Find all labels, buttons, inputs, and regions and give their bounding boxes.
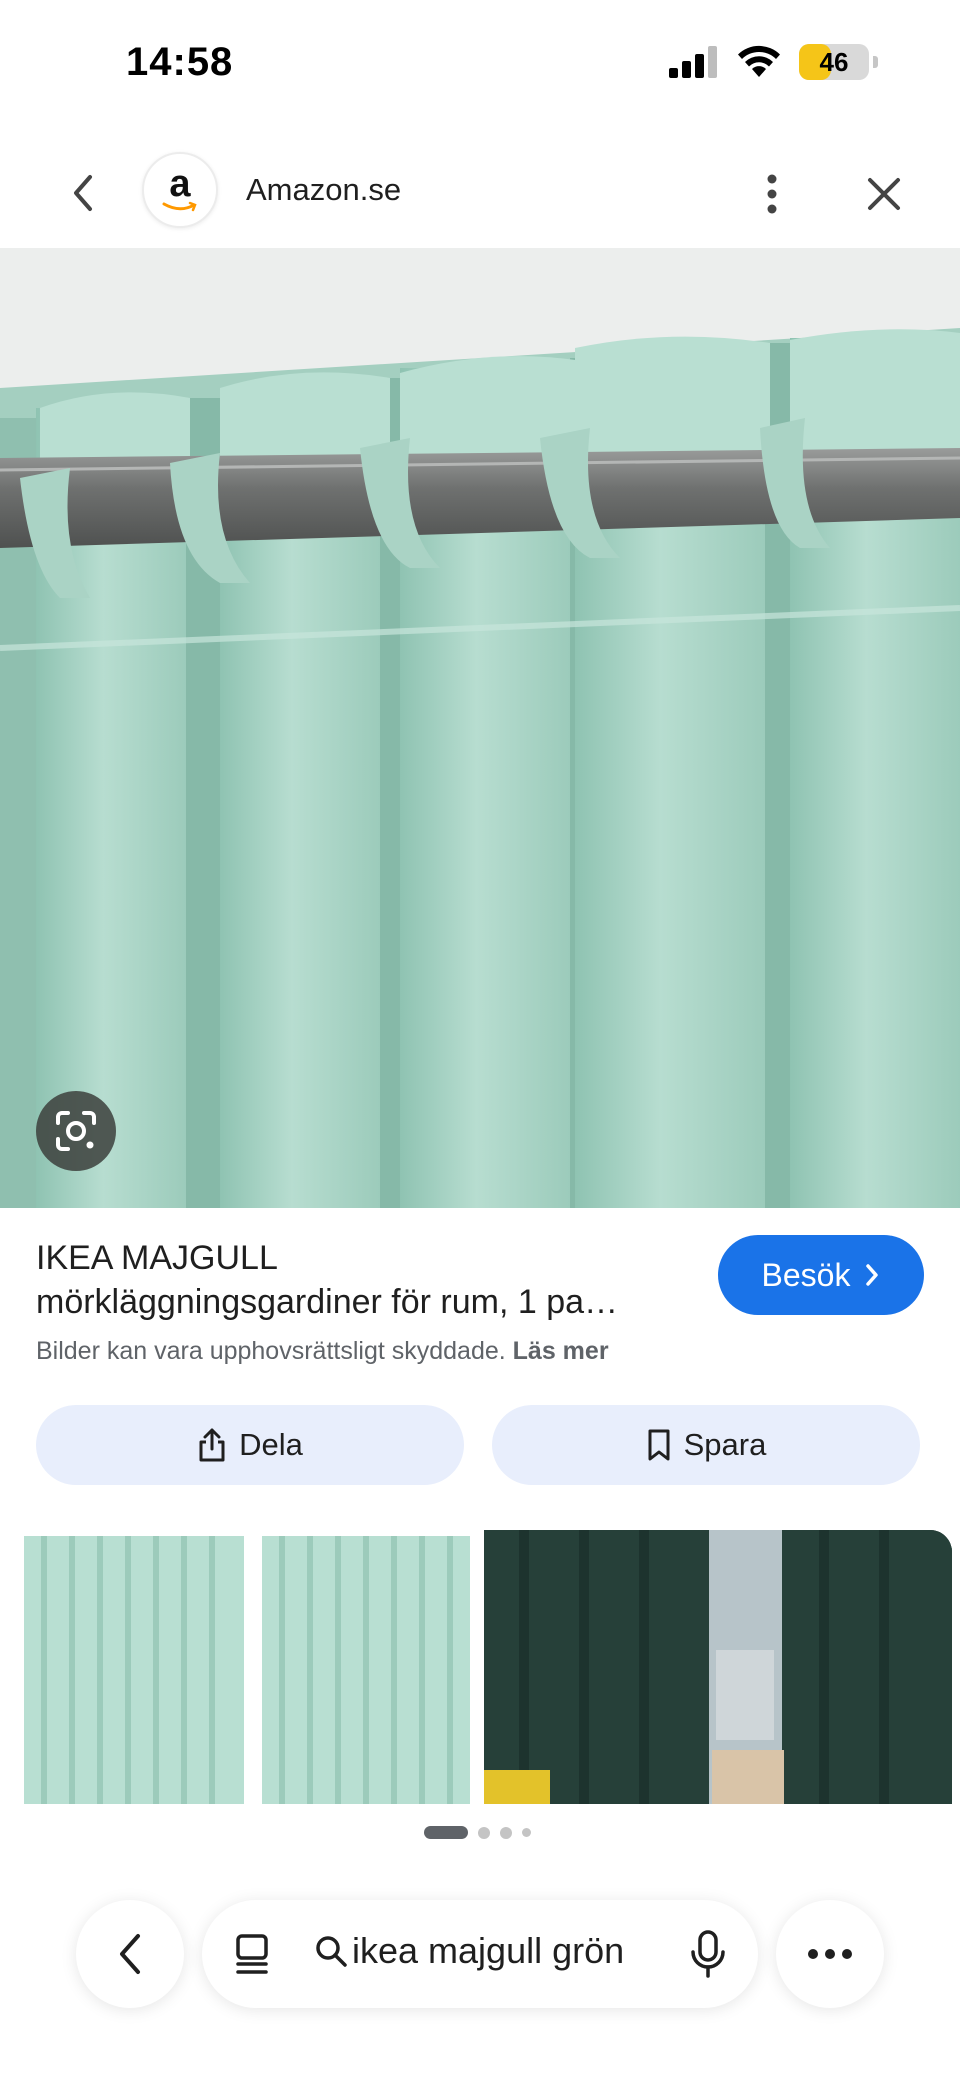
page-dot — [478, 1826, 490, 1839]
product-title-line2: mörkläggningsgardiner för rum, 1 pa… — [36, 1283, 619, 1321]
mic-icon[interactable] — [688, 1928, 728, 1980]
site-name[interactable]: Amazon.se — [246, 172, 401, 208]
more-menu-button[interactable] — [776, 1900, 884, 2008]
nav-back-button[interactable] — [76, 1900, 184, 2008]
related-curtains-light — [10, 1530, 470, 1804]
search-query-text: ikea majgull grön — [352, 1930, 625, 1971]
status-bar: 14:58 46 — [0, 0, 960, 130]
site-logo: a — [142, 152, 218, 228]
copyright-text: Bilder kan vara upphovsrättsligt skyddad… — [36, 1337, 506, 1365]
page-dot — [500, 1826, 512, 1839]
battery-indicator: 46 — [799, 44, 869, 80]
read-more-link[interactable]: Läs mer — [513, 1337, 609, 1365]
status-time: 14:58 — [126, 40, 234, 84]
bottom-bar: ikea majgull grön — [0, 1896, 960, 2016]
search-icon — [316, 1936, 347, 1967]
chevron-left-icon — [120, 1934, 140, 1974]
close-button[interactable] — [856, 166, 912, 222]
visit-label: Besök — [761, 1256, 851, 1293]
browser-header: a Amazon.se — [0, 140, 960, 250]
page-dot — [522, 1828, 531, 1837]
tabs-icon[interactable] — [232, 1932, 276, 1976]
chevron-right-icon — [866, 1264, 879, 1286]
google-lens-icon — [56, 1111, 96, 1151]
wifi-icon — [738, 45, 780, 77]
search-query[interactable]: ikea majgull grön — [314, 1930, 624, 1972]
page-dot-active — [424, 1826, 468, 1839]
share-icon — [199, 1428, 225, 1462]
product-image[interactable] — [0, 248, 960, 1208]
amazon-smile-icon — [162, 201, 197, 212]
save-label: Spara — [683, 1427, 767, 1462]
copyright-notice: Bilder kan vara upphovsrättsligt skyddad… — [36, 1337, 609, 1366]
bookmark-icon — [648, 1429, 670, 1461]
battery-level: 46 — [819, 46, 849, 77]
more-vert-icon — [767, 174, 777, 214]
save-button[interactable]: Spara — [492, 1405, 920, 1485]
related-images — [10, 1530, 952, 1804]
related-image-1[interactable] — [10, 1530, 470, 1804]
lens-search-button[interactable] — [36, 1091, 116, 1171]
curtain-illustration — [0, 248, 960, 1208]
share-button[interactable]: Dela — [36, 1405, 464, 1485]
share-label: Dela — [239, 1427, 303, 1462]
more-options-button[interactable] — [750, 166, 794, 222]
search-bar[interactable]: ikea majgull grön — [202, 1900, 758, 2008]
product-title-line1: IKEA MAJGULL — [36, 1239, 278, 1277]
signal-icon — [669, 46, 717, 78]
chevron-left-icon — [74, 175, 92, 211]
more-horiz-icon — [808, 1949, 852, 1959]
related-curtains-dark — [484, 1530, 952, 1804]
logo-letter: a — [169, 163, 191, 205]
close-icon — [868, 178, 900, 210]
battery-tip — [873, 56, 878, 68]
status-icons: 46 — [669, 44, 878, 80]
pagination-dots — [424, 1826, 531, 1839]
visit-button[interactable]: Besök — [718, 1235, 924, 1315]
product-title[interactable]: IKEA MAJGULL mörkläggningsgardiner för r… — [36, 1236, 676, 1324]
back-button[interactable] — [58, 168, 108, 218]
related-image-2[interactable] — [484, 1530, 952, 1804]
